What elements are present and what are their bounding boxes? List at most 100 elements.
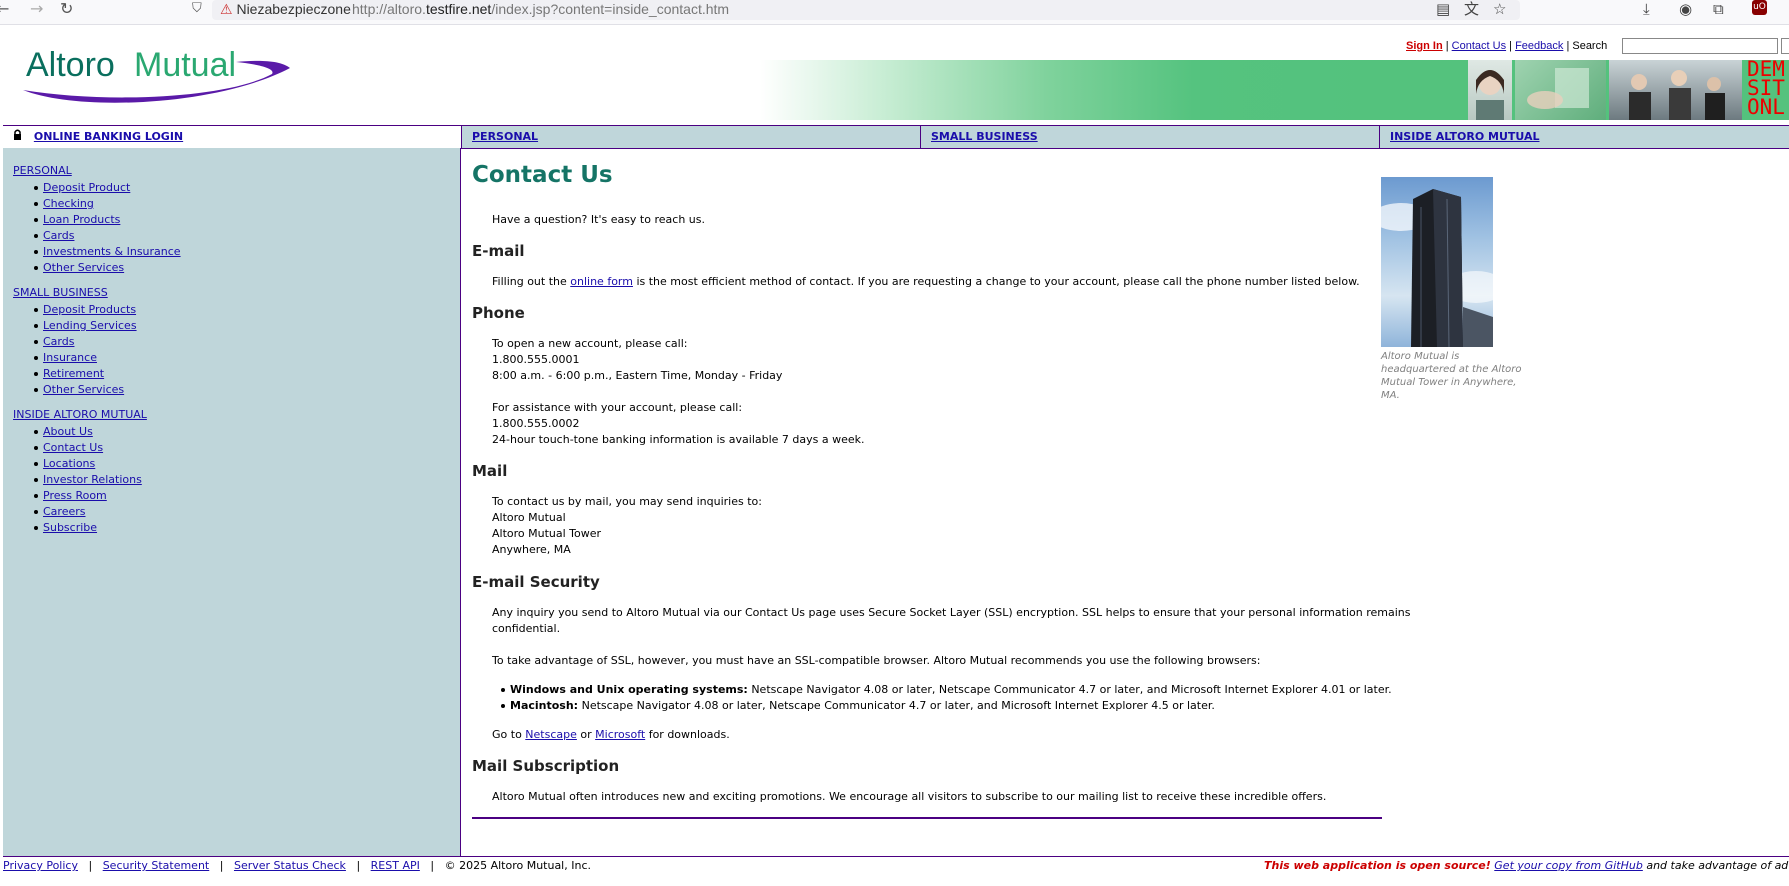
forward-arrow-icon[interactable]: → [30,0,43,18]
email-text-pre: Filling out the [492,275,571,288]
sidebar-inside-list: About Us Contact Us Locations Investor R… [13,424,142,536]
bookmark-star-icon[interactable]: ☆ [1493,0,1506,18]
top-links: Sign In | Contact Us | Feedback | Search [1406,40,1607,52]
sidebar-item-deposit-products[interactable]: Deposit Products [43,303,136,316]
sidebar-item-business-other-services[interactable]: Other Services [43,383,124,396]
download-icon[interactable]: ⤓ [1643,0,1650,18]
reload-icon[interactable]: ↻ [60,0,73,18]
ublock-icon[interactable]: uO [1752,0,1767,15]
open-source-text: This web application is open source! [1264,859,1491,872]
team-photo-svg [1629,70,1725,120]
banner-photo-team [1609,60,1742,120]
search-button[interactable] [1781,38,1789,54]
browser2-text: Netscape Navigator 4.08 or later, Netsca… [578,699,1215,712]
list-item: Cards [34,334,137,350]
separator: | [430,859,435,872]
tower-caption: Altoro Mutual is headquartered at the Al… [1381,351,1522,401]
sidebar-small-business-heading[interactable]: SMALL BUSINESS [13,286,108,299]
sidebar-item-lending-services[interactable]: Lending Services [43,319,137,332]
mail-address-line1: Altoro Mutual [492,511,566,524]
nav-inside-link[interactable]: INSIDE ALTORO MUTUAL [1390,130,1540,143]
security-paragraph-line2: confidential. [492,622,561,635]
footer: Privacy Policy | Security Statement | Se… [3,859,591,872]
list-item: Careers [34,504,142,520]
list-item: Insurance [34,350,137,366]
back-arrow-icon[interactable]: ← [0,0,9,18]
list-item: Retirement [34,366,137,382]
sidebar-item-deposit-product[interactable]: Deposit Product [43,181,130,194]
list-item: Press Room [34,488,142,504]
sign-in-link[interactable]: Sign In [1406,40,1443,52]
sidebar-inside-heading[interactable]: INSIDE ALTORO MUTUAL [13,408,147,421]
url-text[interactable]: http://altoro.testfire.net/index.jsp?con… [352,1,729,17]
nav-inside-altoro: INSIDE ALTORO MUTUAL [1380,126,1789,148]
sidebar-item-cards[interactable]: Cards [43,229,74,242]
sidebar-item-other-services[interactable]: Other Services [43,261,124,274]
netscape-link[interactable]: Netscape [525,728,577,741]
main-nav: ONLINE BANKING LOGIN PERSONAL SMALL BUSI… [3,125,1789,149]
address-bar[interactable]: ⚠ Niezabezpieczone http://altoro.testfir… [212,0,1520,20]
shield-icon[interactable]: ⛉ [192,0,202,18]
sidebar-item-subscribe[interactable]: Subscribe [43,521,97,534]
github-link[interactable]: Get your copy from GitHub [1494,859,1643,872]
sidebar-item-about-us[interactable]: About Us [43,425,93,438]
sidebar-item-press-room[interactable]: Press Room [43,489,107,502]
copyright-text: © 2025 Altoro Mutual, Inc. [444,859,591,872]
contact-us-link[interactable]: Contact Us [1452,40,1506,52]
account-icon[interactable]: ◉ [1679,0,1692,18]
rest-api-link[interactable]: REST API [371,859,420,872]
phone-assist-hours: 24-hour touch-tone banking information i… [492,433,865,446]
online-banking-login-link[interactable]: ONLINE BANKING LOGIN [34,130,183,143]
sidebar-item-contact-us[interactable]: Contact Us [43,441,103,454]
sidebar-small-business-list: Deposit Products Lending Services Cards … [13,302,137,398]
sidebar-item-locations[interactable]: Locations [43,457,95,470]
sidebar-personal-heading[interactable]: PERSONAL [13,164,72,177]
list-item: Other Services [34,382,137,398]
content-divider [472,817,1382,819]
sidebar-item-checking[interactable]: Checking [43,197,94,210]
list-item: Checking [34,196,181,212]
phone-assist-text: For assistance with your account, please… [492,401,743,414]
sidebar-item-investments[interactable]: Investments & Insurance [43,245,181,258]
banner-photo-hands [1515,60,1606,120]
downloads-paragraph: Go to Netscape or Microsoft for download… [492,727,730,743]
security-paragraph-line1: Any inquiry you send to Altoro Mutual vi… [492,606,1411,619]
demo-line-3: ONL [1747,95,1785,119]
insecure-indicator[interactable]: ⚠ Niezabezpieczone [220,1,351,18]
list-item: About Us [34,424,142,440]
email-text-post: is the most efficient method of contact.… [632,275,1360,288]
server-status-link[interactable]: Server Status Check [234,859,346,872]
altoro-mutual-logo[interactable]: Altoro Mutual [18,46,298,106]
separator: | [356,859,361,872]
url-path: /index.jsp?content=inside_contact.htm [491,1,730,17]
nav-personal-link[interactable]: PERSONAL [472,130,538,143]
browser1-label: Windows and Unix operating systems: [510,683,748,696]
logo-text-mutual: Mutual [134,46,236,84]
feedback-link[interactable]: Feedback [1515,40,1563,52]
translate-icon[interactable]: 文 [1464,0,1479,18]
security-statement-link[interactable]: Security Statement [103,859,210,872]
sidebar-item-insurance[interactable]: Insurance [43,351,97,364]
microsoft-link[interactable]: Microsoft [595,728,645,741]
sidebar-item-careers[interactable]: Careers [43,505,86,518]
subscription-text: Altoro Mutual often introduces new and e… [492,790,1327,803]
sidebar-item-business-cards[interactable]: Cards [43,335,74,348]
privacy-policy-link[interactable]: Privacy Policy [3,859,78,872]
browser1-text: Netscape Navigator 4.08 or later, Netsca… [747,683,1392,696]
browser-toolbar: ← → ↻ ⛉ ⚠ Niezabezpieczone http://altoro… [0,0,1789,25]
search-label: Search [1572,40,1608,52]
online-form-link[interactable]: online form [570,275,633,288]
list-item: Investments & Insurance [34,244,181,260]
nav-small-business-link[interactable]: SMALL BUSINESS [931,130,1038,143]
sidebar-item-investor-relations[interactable]: Investor Relations [43,473,142,486]
sidebar-item-loan-products[interactable]: Loan Products [43,213,120,226]
tower-svg [1381,189,1493,347]
list-item: Investor Relations [34,472,142,488]
search-input[interactable] [1622,38,1778,54]
extensions-icon[interactable]: ⧉ [1713,0,1724,18]
reader-view-icon[interactable]: ▤ [1436,0,1450,18]
nav-personal: PERSONAL [462,126,921,148]
intro-text: Have a question? It's easy to reach us. [492,213,705,226]
sidebar-item-retirement[interactable]: Retirement [43,367,104,380]
altoro-tower-image [1381,177,1493,347]
